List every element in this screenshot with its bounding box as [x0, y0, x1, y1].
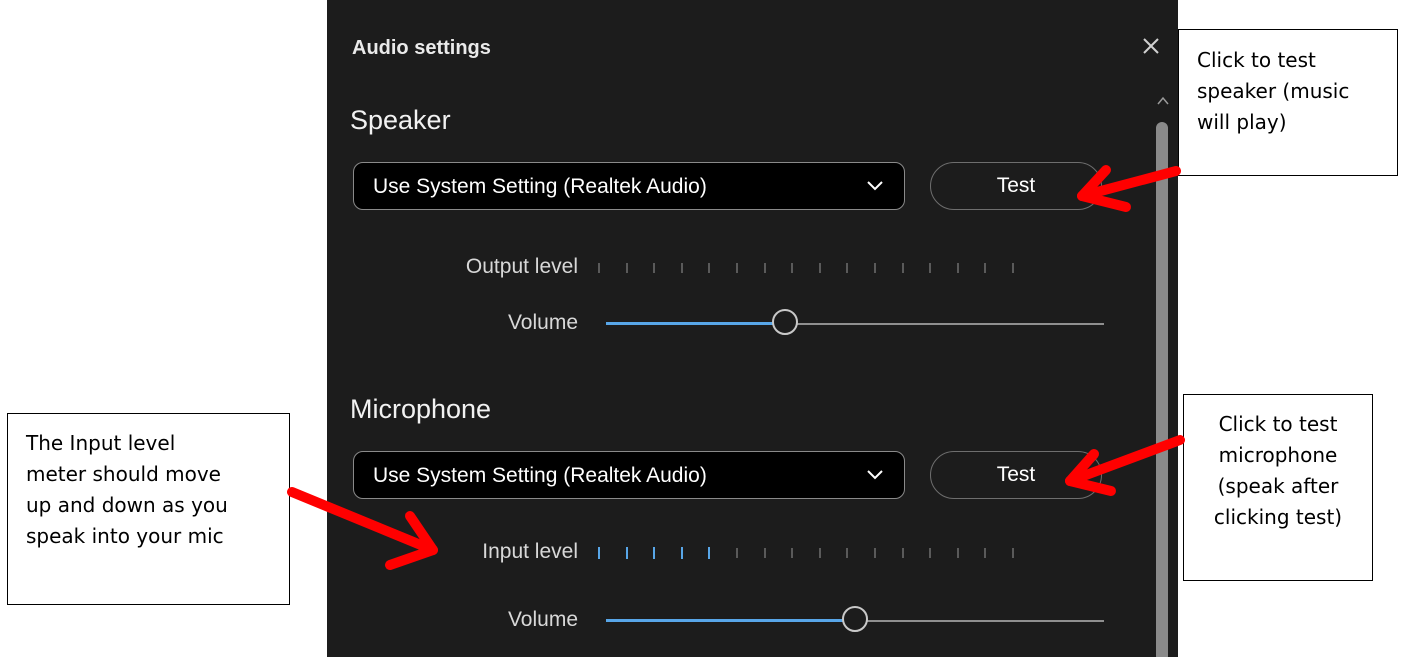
meter-tick [736, 548, 738, 558]
vertical-scrollbar[interactable] [1152, 92, 1174, 657]
meter-tick [846, 263, 849, 273]
meter-tick [708, 263, 711, 273]
meter-tick [680, 263, 683, 273]
speaker-device-select[interactable]: Use System Setting (Realtek Audio) [353, 162, 905, 210]
microphone-volume-label: Volume [507, 608, 578, 631]
microphone-test-button[interactable]: Test [930, 451, 1102, 499]
callout-mic-test: Click to test microphone (speak after cl… [1183, 394, 1373, 581]
meter-tick [956, 548, 959, 558]
meter-tick [846, 548, 849, 558]
meter-tick [818, 548, 821, 558]
meter-tick [708, 547, 711, 559]
meter-tick [901, 548, 904, 558]
meter-tick [874, 263, 876, 273]
callout-line: clicking test) [1213, 505, 1343, 529]
slider-thumb[interactable] [842, 606, 868, 632]
meter-tick [598, 263, 600, 273]
callout-line: (speak after [1217, 474, 1339, 498]
input-level-meter [598, 546, 1048, 560]
meter-tick [929, 263, 932, 273]
meter-tick [1012, 548, 1014, 558]
dialog-title: Audio settings [352, 37, 491, 59]
callout-input-meter: The Input level meter should move up and… [7, 413, 290, 605]
meter-tick [625, 547, 628, 559]
meter-tick [791, 548, 794, 558]
slider-fill [606, 322, 786, 325]
audio-settings-panel: Audio settings Speaker Use System Settin… [327, 0, 1178, 657]
microphone-volume-slider[interactable] [606, 606, 1104, 636]
callout-speaker-test: Click to test speaker (music will play) [1178, 29, 1398, 176]
chevron-down-icon [867, 470, 883, 480]
meter-tick [984, 548, 987, 558]
microphone-device-select[interactable]: Use System Setting (Realtek Audio) [353, 451, 905, 499]
meter-tick [653, 263, 656, 273]
meter-tick [984, 263, 987, 273]
output-level-meter [598, 261, 1048, 275]
input-level-label: Input level [482, 540, 578, 563]
callout-line: Click to test [1218, 412, 1338, 436]
scrollbar-thumb[interactable] [1156, 122, 1168, 657]
slider-fill [606, 619, 855, 622]
meter-tick [598, 547, 600, 559]
callout-line: will play) [1197, 110, 1287, 134]
meter-tick [763, 263, 766, 273]
slider-thumb[interactable] [772, 309, 799, 335]
meter-tick [1012, 263, 1014, 273]
callout-line: Click to test [1197, 48, 1316, 72]
close-icon[interactable] [1138, 33, 1164, 59]
meter-tick [736, 263, 738, 273]
meter-tick [956, 263, 959, 273]
meter-tick [791, 263, 794, 273]
meter-tick [625, 263, 628, 273]
meter-tick [874, 548, 876, 558]
speaker-volume-label: Volume [507, 311, 578, 334]
meter-tick [763, 548, 766, 558]
output-level-label: Output level [465, 255, 578, 278]
meter-tick [680, 547, 683, 559]
speaker-device-value: Use System Setting (Realtek Audio) [373, 175, 707, 198]
speaker-volume-slider[interactable] [606, 309, 1104, 339]
speaker-test-button[interactable]: Test [930, 162, 1102, 210]
meter-tick [929, 548, 932, 558]
callout-line: speak into your mic [26, 524, 224, 548]
chevron-up-icon[interactable] [1154, 92, 1172, 110]
meter-tick [818, 263, 821, 273]
speaker-heading: Speaker [350, 105, 451, 135]
callout-line: The Input level [26, 431, 176, 455]
meter-tick [901, 263, 904, 273]
callout-line: microphone [1218, 443, 1338, 467]
chevron-down-icon [867, 181, 883, 191]
microphone-heading: Microphone [350, 394, 492, 424]
microphone-device-value: Use System Setting (Realtek Audio) [373, 464, 707, 487]
callout-line: speaker (music [1197, 79, 1350, 103]
meter-tick [653, 547, 656, 559]
callout-line: meter should move [26, 462, 221, 486]
callout-line: up and down as you [26, 493, 228, 517]
